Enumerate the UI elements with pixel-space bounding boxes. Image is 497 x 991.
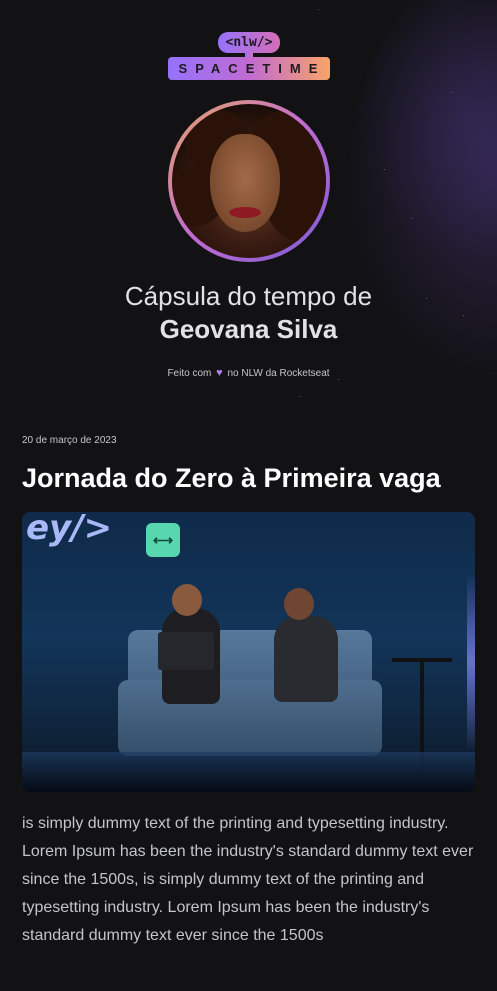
laptop: [158, 632, 214, 670]
stage-floor: [22, 752, 475, 792]
neon-light: [467, 572, 475, 752]
purple-heart-icon: ♥: [216, 367, 223, 379]
spacetime-wordmark: SPACETIME: [168, 57, 330, 80]
person-left-head: [172, 584, 202, 616]
expand-arrows-icon[interactable]: ⟷: [146, 523, 180, 557]
owner-name: Geovana Silva: [159, 314, 338, 344]
made-with-prefix: Feito com: [167, 368, 212, 379]
avatar[interactable]: [168, 100, 330, 262]
profile-header: <nlw/> SPACETIME Cápsula do tempo de Geo…: [0, 0, 497, 400]
capsule-title: Cápsula do tempo de: [124, 281, 373, 311]
memory-title: Jornada do Zero à Primeira vaga: [22, 463, 441, 493]
made-with-credit: Feito com ♥ no NLW da Rocketseat: [0, 367, 497, 379]
sofa: [118, 680, 382, 756]
spacetime-logo[interactable]: <nlw/> SPACETIME: [168, 32, 330, 82]
memory-date: 20 de março de 2023: [22, 435, 117, 446]
avatar-lips: [229, 207, 261, 218]
memory-content: is simply dummy text of the printing and…: [22, 815, 474, 944]
person-right: [274, 616, 338, 702]
nlw-tag: <nlw/>: [218, 32, 280, 53]
avatar-photo: [172, 104, 326, 258]
memory-cover-image[interactable]: ey/> ⟷: [22, 512, 475, 792]
made-with-suffix: no NLW da Rocketseat: [227, 368, 330, 379]
cover-neon-text: ey/>: [26, 512, 113, 548]
person-right-head: [284, 588, 314, 620]
